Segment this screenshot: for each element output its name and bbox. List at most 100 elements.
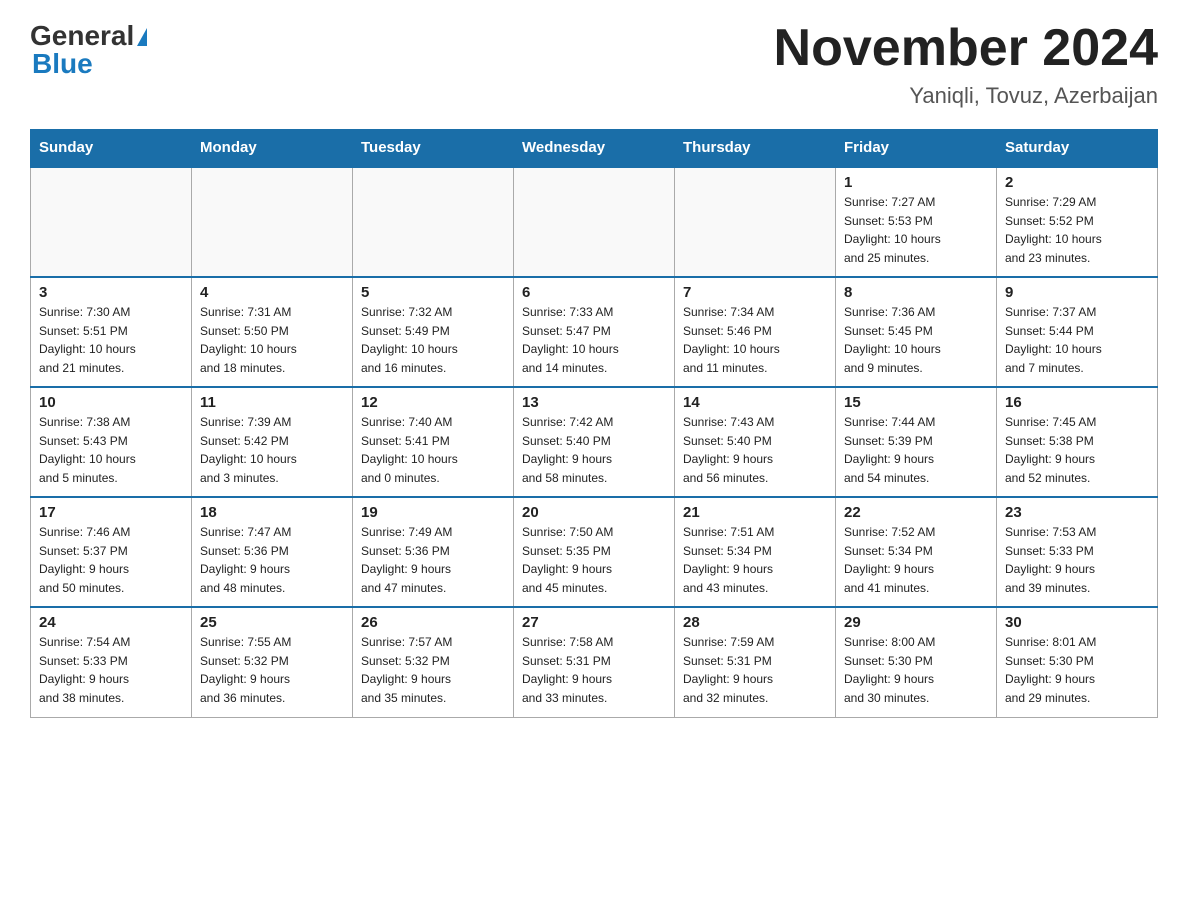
calendar-cell: 26 Sunrise: 7:57 AMSunset: 5:32 PMDayligh…	[353, 607, 514, 717]
day-number: 3	[39, 284, 183, 301]
calendar-cell	[675, 167, 836, 277]
sun-info: Sunrise: 7:47 AMSunset: 5:36 PMDaylight:…	[200, 525, 291, 595]
day-number: 7	[683, 284, 827, 301]
day-number: 14	[683, 394, 827, 411]
calendar-cell: 25Sunrise: 7:55 AMSunset: 5:32 PMDayligh…	[192, 607, 353, 717]
calendar-cell	[31, 167, 192, 277]
day-number: 5	[361, 284, 505, 301]
location: Yaniqli, Tovuz, Azerbaijan	[774, 83, 1158, 109]
week-row-5: 24 Sunrise: 7:54 AMSunset: 5:33 PMDayligh…	[31, 607, 1158, 717]
calendar-cell: 8 Sunrise: 7:36 AMSunset: 5:45 PMDaylight…	[836, 277, 997, 387]
calendar-cell: 13Sunrise: 7:42 AMSunset: 5:40 PMDayligh…	[514, 387, 675, 497]
sun-info: Sunrise: 7:40 AMSunset: 5:41 PMDaylight:…	[361, 415, 458, 485]
sun-info: Sunrise: 7:27 AMSunset: 5:53 PMDaylight:…	[844, 195, 941, 265]
sun-info: Sunrise: 8:01 AMSunset: 5:30 PMDaylight:…	[1005, 635, 1096, 705]
sun-info: Sunrise: 7:42 AMSunset: 5:40 PMDaylight:…	[522, 415, 613, 485]
calendar-cell: 11Sunrise: 7:39 AMSunset: 5:42 PMDayligh…	[192, 387, 353, 497]
calendar-cell: 14 Sunrise: 7:43 AMSunset: 5:40 PMDayligh…	[675, 387, 836, 497]
calendar-cell: 23Sunrise: 7:53 AMSunset: 5:33 PMDayligh…	[997, 497, 1158, 607]
sun-info: Sunrise: 8:00 AMSunset: 5:30 PMDaylight:…	[844, 635, 935, 705]
calendar-cell: 24 Sunrise: 7:54 AMSunset: 5:33 PMDayligh…	[31, 607, 192, 717]
calendar-cell	[514, 167, 675, 277]
sun-info: Sunrise: 7:36 AMSunset: 5:45 PMDaylight:…	[844, 305, 941, 375]
sun-info: Sunrise: 7:52 AMSunset: 5:34 PMDaylight:…	[844, 525, 935, 595]
calendar-cell: 19Sunrise: 7:49 AMSunset: 5:36 PMDayligh…	[353, 497, 514, 607]
sun-info: Sunrise: 7:29 AMSunset: 5:52 PMDaylight:…	[1005, 195, 1102, 265]
header-cell-wednesday: Wednesday	[514, 129, 675, 167]
day-number: 12	[361, 394, 505, 411]
calendar-cell: 2 Sunrise: 7:29 AMSunset: 5:52 PMDaylight…	[997, 167, 1158, 277]
day-number: 19	[361, 504, 505, 521]
header-cell-saturday: Saturday	[997, 129, 1158, 167]
day-number: 10	[39, 394, 183, 411]
week-row-1: 1Sunrise: 7:27 AMSunset: 5:53 PMDaylight…	[31, 167, 1158, 277]
calendar-cell	[353, 167, 514, 277]
sun-info: Sunrise: 7:45 AMSunset: 5:38 PMDaylight:…	[1005, 415, 1096, 485]
sun-info: Sunrise: 7:50 AMSunset: 5:35 PMDaylight:…	[522, 525, 613, 595]
day-number: 26	[361, 614, 505, 631]
sun-info: Sunrise: 7:51 AMSunset: 5:34 PMDaylight:…	[683, 525, 774, 595]
page-header: General Blue November 2024 Yaniqli, Tovu…	[30, 20, 1158, 109]
sun-info: Sunrise: 7:57 AMSunset: 5:32 PMDaylight:…	[361, 635, 452, 705]
calendar-cell: 29 Sunrise: 8:00 AMSunset: 5:30 PMDayligh…	[836, 607, 997, 717]
calendar-cell: 22 Sunrise: 7:52 AMSunset: 5:34 PMDayligh…	[836, 497, 997, 607]
sun-info: Sunrise: 7:46 AMSunset: 5:37 PMDaylight:…	[39, 525, 130, 595]
sun-info: Sunrise: 7:38 AMSunset: 5:43 PMDaylight:…	[39, 415, 136, 485]
calendar-cell: 1Sunrise: 7:27 AMSunset: 5:53 PMDaylight…	[836, 167, 997, 277]
calendar-body: 1Sunrise: 7:27 AMSunset: 5:53 PMDaylight…	[31, 167, 1158, 717]
calendar-cell: 30 Sunrise: 8:01 AMSunset: 5:30 PMDayligh…	[997, 607, 1158, 717]
sun-info: Sunrise: 7:34 AMSunset: 5:46 PMDaylight:…	[683, 305, 780, 375]
calendar-cell: 6 Sunrise: 7:33 AMSunset: 5:47 PMDaylight…	[514, 277, 675, 387]
calendar-cell: 15Sunrise: 7:44 AMSunset: 5:39 PMDayligh…	[836, 387, 997, 497]
day-number: 16	[1005, 394, 1149, 411]
header-row: SundayMondayTuesdayWednesdayThursdayFrid…	[31, 129, 1158, 167]
day-number: 18	[200, 504, 344, 521]
day-number: 9	[1005, 284, 1149, 301]
calendar-cell: 3 Sunrise: 7:30 AMSunset: 5:51 PMDaylight…	[31, 277, 192, 387]
sun-info: Sunrise: 7:32 AMSunset: 5:49 PMDaylight:…	[361, 305, 458, 375]
day-number: 24	[39, 614, 183, 631]
day-number: 2	[1005, 174, 1149, 191]
sun-info: Sunrise: 7:55 AMSunset: 5:32 PMDaylight:…	[200, 635, 291, 705]
logo-blue-text: Blue	[30, 48, 93, 80]
day-number: 29	[844, 614, 988, 631]
calendar-cell: 20Sunrise: 7:50 AMSunset: 5:35 PMDayligh…	[514, 497, 675, 607]
sun-info: Sunrise: 7:54 AMSunset: 5:33 PMDaylight:…	[39, 635, 130, 705]
calendar-cell: 27Sunrise: 7:58 AMSunset: 5:31 PMDayligh…	[514, 607, 675, 717]
sun-info: Sunrise: 7:43 AMSunset: 5:40 PMDaylight:…	[683, 415, 774, 485]
logo: General Blue	[30, 20, 147, 80]
day-number: 28	[683, 614, 827, 631]
day-number: 30	[1005, 614, 1149, 631]
sun-info: Sunrise: 7:59 AMSunset: 5:31 PMDaylight:…	[683, 635, 774, 705]
logo-triangle-icon	[137, 28, 147, 46]
week-row-3: 10 Sunrise: 7:38 AMSunset: 5:43 PMDayligh…	[31, 387, 1158, 497]
sun-info: Sunrise: 7:39 AMSunset: 5:42 PMDaylight:…	[200, 415, 297, 485]
sun-info: Sunrise: 7:33 AMSunset: 5:47 PMDaylight:…	[522, 305, 619, 375]
calendar-table: SundayMondayTuesdayWednesdayThursdayFrid…	[30, 129, 1158, 718]
title-area: November 2024 Yaniqli, Tovuz, Azerbaijan	[774, 20, 1158, 109]
sun-info: Sunrise: 7:53 AMSunset: 5:33 PMDaylight:…	[1005, 525, 1096, 595]
calendar-cell: 28 Sunrise: 7:59 AMSunset: 5:31 PMDayligh…	[675, 607, 836, 717]
calendar-cell: 16 Sunrise: 7:45 AMSunset: 5:38 PMDayligh…	[997, 387, 1158, 497]
sun-info: Sunrise: 7:37 AMSunset: 5:44 PMDaylight:…	[1005, 305, 1102, 375]
calendar-cell: 4Sunrise: 7:31 AMSunset: 5:50 PMDaylight…	[192, 277, 353, 387]
header-cell-tuesday: Tuesday	[353, 129, 514, 167]
calendar-header: SundayMondayTuesdayWednesdayThursdayFrid…	[31, 129, 1158, 167]
day-number: 27	[522, 614, 666, 631]
day-number: 17	[39, 504, 183, 521]
day-number: 4	[200, 284, 344, 301]
header-cell-monday: Monday	[192, 129, 353, 167]
calendar-cell: 17 Sunrise: 7:46 AMSunset: 5:37 PMDayligh…	[31, 497, 192, 607]
calendar-cell: 5 Sunrise: 7:32 AMSunset: 5:49 PMDaylight…	[353, 277, 514, 387]
sun-info: Sunrise: 7:30 AMSunset: 5:51 PMDaylight:…	[39, 305, 136, 375]
day-number: 8	[844, 284, 988, 301]
day-number: 6	[522, 284, 666, 301]
week-row-4: 17 Sunrise: 7:46 AMSunset: 5:37 PMDayligh…	[31, 497, 1158, 607]
calendar-cell: 21Sunrise: 7:51 AMSunset: 5:34 PMDayligh…	[675, 497, 836, 607]
day-number: 22	[844, 504, 988, 521]
header-cell-thursday: Thursday	[675, 129, 836, 167]
calendar-cell: 7 Sunrise: 7:34 AMSunset: 5:46 PMDaylight…	[675, 277, 836, 387]
week-row-2: 3 Sunrise: 7:30 AMSunset: 5:51 PMDaylight…	[31, 277, 1158, 387]
calendar-cell: 9 Sunrise: 7:37 AMSunset: 5:44 PMDaylight…	[997, 277, 1158, 387]
day-number: 15	[844, 394, 988, 411]
